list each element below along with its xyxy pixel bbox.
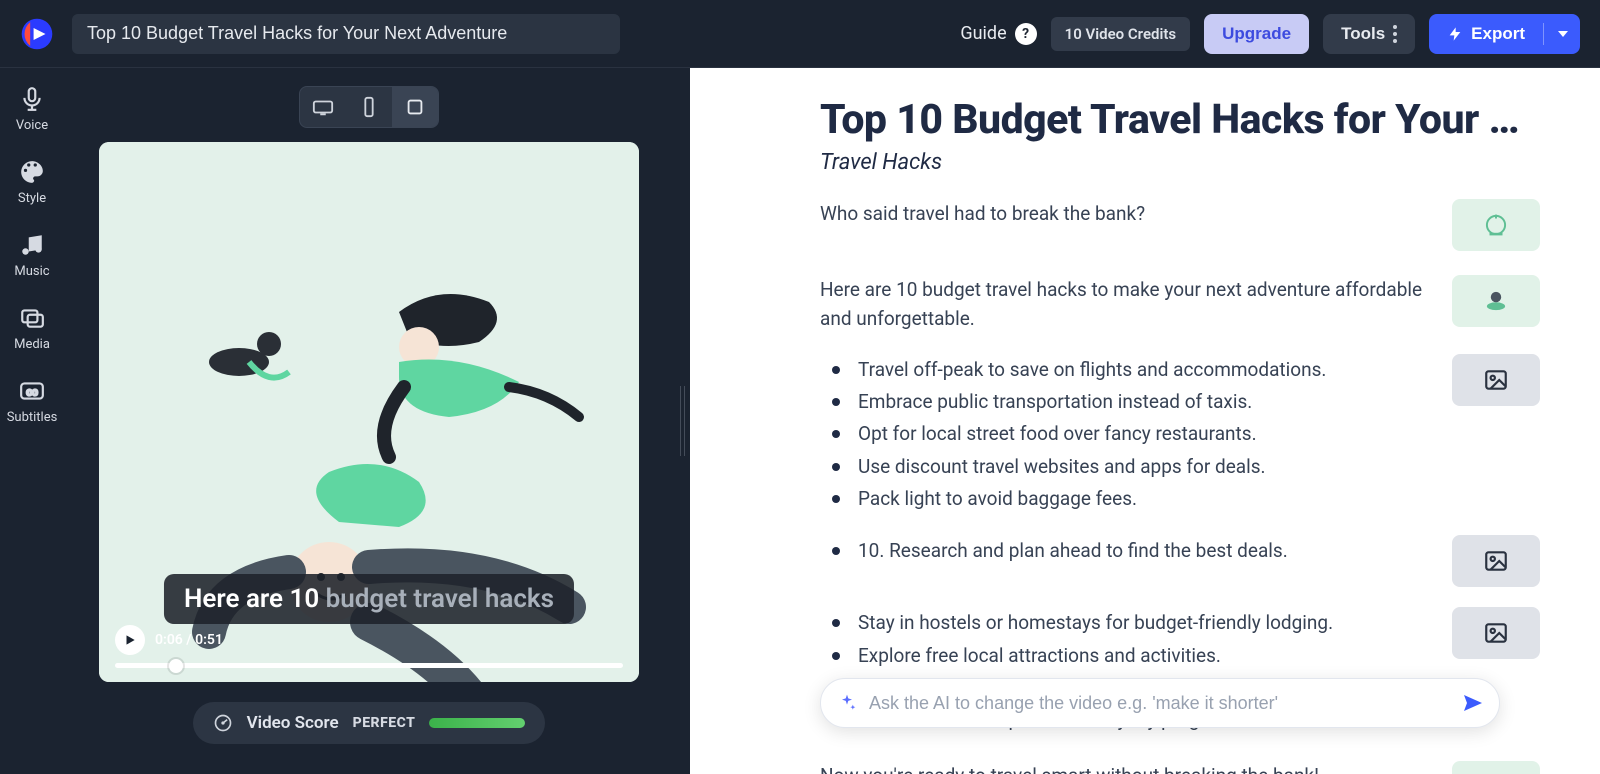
rail-voice[interactable]: Voice: [16, 86, 48, 133]
bullet-list[interactable]: Travel off-peak to save on flights and a…: [820, 354, 1428, 515]
score-bar: [429, 718, 525, 728]
scene-thumbnail[interactable]: [1452, 199, 1540, 251]
aspect-portrait[interactable]: [346, 87, 392, 127]
ai-prompt-bar: [820, 678, 1500, 728]
bullet-list[interactable]: 10. Research and plan ahead to find the …: [820, 535, 1428, 567]
media-icon: [19, 305, 45, 331]
guide-label: Guide: [960, 23, 1006, 44]
list-item[interactable]: 10. Research and plan ahead to find the …: [820, 535, 1428, 567]
seek-thumb[interactable]: [169, 659, 183, 673]
chevron-down-icon: [1558, 31, 1568, 37]
paragraph[interactable]: Here are 10 budget travel hacks to make …: [820, 275, 1428, 334]
paragraph[interactable]: Now you're ready to travel smart without…: [820, 761, 1428, 774]
export-label: Export: [1471, 24, 1525, 44]
list-item[interactable]: Explore free local attractions and activ…: [820, 640, 1428, 672]
list-item[interactable]: Stay in hostels or homestays for budget-…: [820, 607, 1428, 639]
list-item[interactable]: Opt for local street food over fancy res…: [820, 418, 1428, 450]
tools-label: Tools: [1341, 24, 1385, 44]
scene-thumbnail[interactable]: [1452, 761, 1540, 774]
video-preview[interactable]: Here are 10 budget travel hacks 0:06 / 0…: [99, 142, 639, 682]
sparkle-icon: [837, 693, 857, 713]
rail-media[interactable]: Media: [14, 305, 50, 352]
tools-button[interactable]: Tools: [1323, 14, 1415, 54]
send-button[interactable]: [1459, 689, 1487, 717]
music-icon: [19, 232, 45, 258]
palette-icon: [19, 159, 45, 185]
scene-thumbnail-empty[interactable]: [1452, 354, 1540, 406]
cc-icon: CC: [19, 378, 45, 404]
help-icon: ?: [1015, 23, 1037, 45]
list-item[interactable]: Embrace public transportation instead of…: [820, 386, 1428, 418]
list-item[interactable]: Use discount travel websites and apps fo…: [820, 451, 1428, 483]
video-score-pill[interactable]: Video Score PERFECT: [193, 702, 546, 744]
app-logo: [20, 17, 54, 51]
project-title-input[interactable]: [72, 14, 620, 54]
left-rail: Voice Style Music Media CC Subtitles: [0, 68, 64, 774]
header: Guide ? 10 Video Credits Upgrade Tools E…: [0, 0, 1600, 68]
ai-prompt-input[interactable]: [869, 693, 1447, 714]
microphone-icon: [19, 86, 45, 112]
rail-music[interactable]: Music: [14, 232, 49, 279]
scene-thumbnail[interactable]: [1452, 275, 1540, 327]
time-display: 0:06 / 0:51: [155, 632, 223, 648]
preview-column: Here are 10 budget travel hacks 0:06 / 0…: [64, 68, 674, 774]
aspect-square[interactable]: [392, 87, 438, 127]
rail-subtitles[interactable]: CC Subtitles: [7, 378, 58, 425]
caption-overlay: Here are 10 budget travel hacks: [164, 574, 574, 624]
bolt-icon: [1447, 26, 1463, 42]
aspect-switch: [299, 86, 439, 128]
doc-title[interactable]: Top 10 Budget Travel Hacks for Your …: [820, 96, 1540, 144]
gauge-icon: [213, 713, 233, 733]
resize-handle[interactable]: [674, 68, 690, 774]
svg-text:CC: CC: [26, 388, 38, 398]
paragraph[interactable]: Who said travel had to break the bank?: [820, 199, 1428, 228]
scene-thumbnail-empty[interactable]: [1452, 607, 1540, 659]
guide-link[interactable]: Guide ?: [960, 23, 1036, 45]
upgrade-button[interactable]: Upgrade: [1204, 14, 1309, 54]
player-controls: 0:06 / 0:51: [115, 625, 623, 668]
more-icon: [1393, 25, 1397, 43]
scene-thumbnail-empty[interactable]: [1452, 535, 1540, 587]
play-button[interactable]: [115, 625, 145, 655]
seek-track[interactable]: [115, 663, 623, 668]
doc-subtitle[interactable]: Travel Hacks: [820, 150, 1540, 175]
list-item[interactable]: Travel off-peak to save on flights and a…: [820, 354, 1428, 386]
rail-style[interactable]: Style: [18, 159, 46, 206]
aspect-landscape[interactable]: [300, 87, 346, 127]
export-button[interactable]: Export: [1429, 14, 1580, 54]
script-panel: Top 10 Budget Travel Hacks for Your … Tr…: [690, 68, 1600, 774]
credits-chip[interactable]: 10 Video Credits: [1051, 17, 1190, 51]
list-item[interactable]: Pack light to avoid baggage fees.: [820, 483, 1428, 515]
